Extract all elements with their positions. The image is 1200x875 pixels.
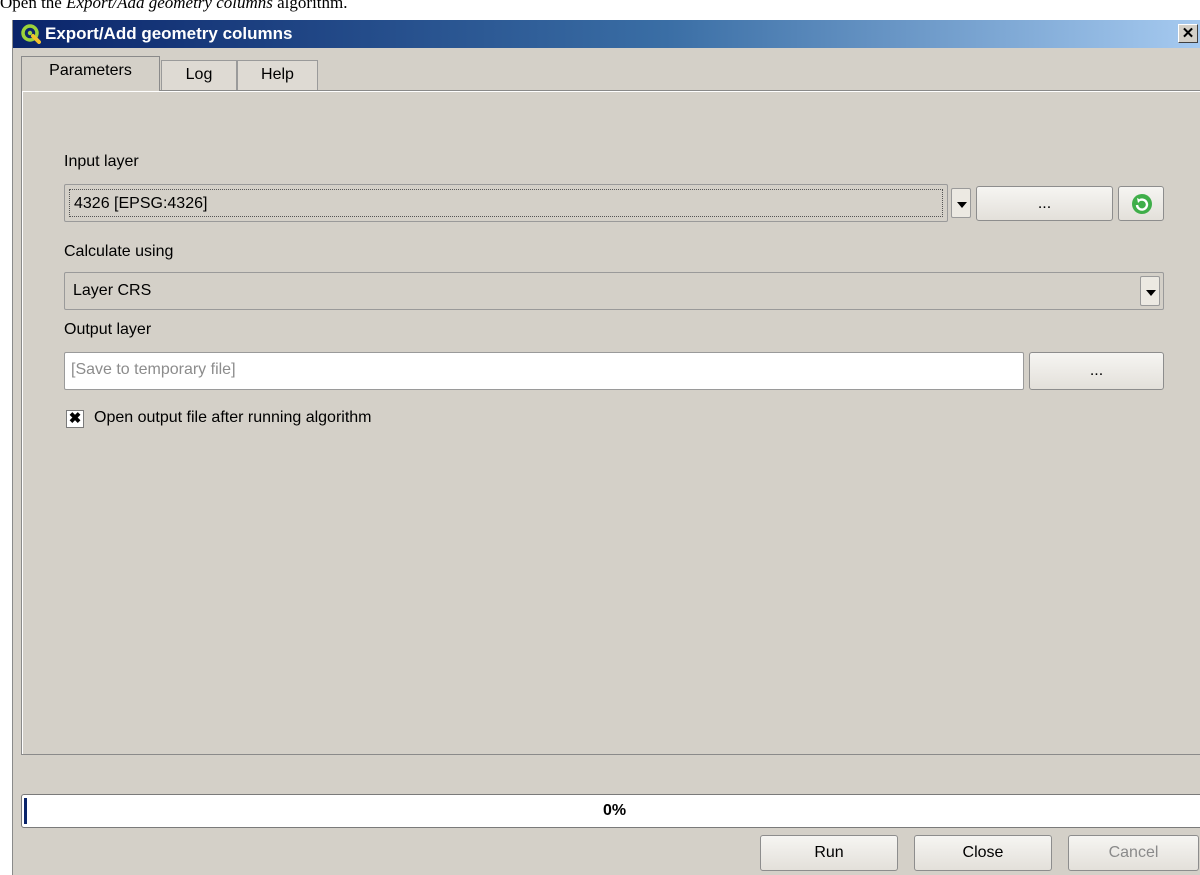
iterate-button[interactable] [1118, 186, 1164, 221]
calculate-using-label: Calculate using [64, 243, 174, 260]
check-mark-icon: ✖ [68, 410, 82, 427]
run-button[interactable]: Run [760, 835, 898, 871]
tab-help[interactable]: Help [237, 60, 318, 90]
chevron-down-icon [1146, 290, 1156, 296]
progress-bar: 0% [21, 794, 1200, 828]
open-output-checkbox[interactable]: ✖ [66, 410, 84, 428]
tab-help-label: Help [261, 66, 294, 83]
input-layer-dropdown-button[interactable] [951, 188, 971, 218]
close-button[interactable]: Close [914, 835, 1052, 871]
input-layer-browse-button[interactable]: ... [976, 186, 1113, 221]
output-layer-placeholder: [Save to temporary file] [71, 361, 236, 378]
input-layer-select[interactable]: 4326 [EPSG:4326] [64, 184, 948, 222]
browse-label: ... [1037, 195, 1052, 212]
tab-parameters-label: Parameters [49, 62, 132, 79]
chevron-down-icon [957, 202, 967, 208]
qgis-logo-icon [21, 24, 41, 44]
output-layer-input[interactable]: [Save to temporary file] [64, 352, 1024, 390]
close-icon: ✕ [1181, 25, 1195, 42]
progress-text: 0% [602, 802, 627, 819]
input-layer-label: Input layer [64, 153, 139, 170]
output-layer-label: Output layer [64, 321, 152, 338]
cancel-button[interactable]: Cancel [1068, 835, 1199, 871]
calculate-using-select[interactable]: Layer CRS [64, 272, 1164, 310]
close-label: Close [962, 844, 1004, 861]
output-browse-label: ... [1089, 362, 1104, 379]
window-title: Export/Add geometry columns [45, 24, 293, 43]
title-bar[interactable]: Export/Add geometry columns ✕ [13, 20, 1200, 48]
refresh-iterate-icon [1131, 193, 1153, 220]
input-layer-value: 4326 [EPSG:4326] [69, 189, 943, 217]
window-close-button[interactable]: ✕ [1178, 24, 1198, 43]
calculate-using-value: Layer CRS [73, 282, 152, 299]
parameters-panel: Input layer 4326 [EPSG:4326] ... Calcula… [21, 90, 1200, 755]
caption-prefix: Open the [0, 0, 67, 12]
output-layer-browse-button[interactable]: ... [1029, 352, 1164, 390]
caption-algorithm-name: Export/Add geometry columns [66, 0, 273, 12]
run-label: Run [814, 844, 844, 861]
calculate-using-dropdown-button[interactable] [1140, 276, 1160, 306]
cancel-label: Cancel [1108, 844, 1159, 861]
tab-log[interactable]: Log [161, 60, 237, 90]
tab-parameters[interactable]: Parameters [21, 56, 160, 91]
open-output-label: Open output file after running algorithm [94, 409, 372, 426]
caption-suffix: algorithm. [272, 0, 348, 12]
caption-text: Open the Export/Add geometry columns alg… [0, 0, 348, 13]
algorithm-dialog: Export/Add geometry columns ✕ Parameters… [12, 20, 1200, 875]
tab-log-label: Log [185, 66, 213, 83]
